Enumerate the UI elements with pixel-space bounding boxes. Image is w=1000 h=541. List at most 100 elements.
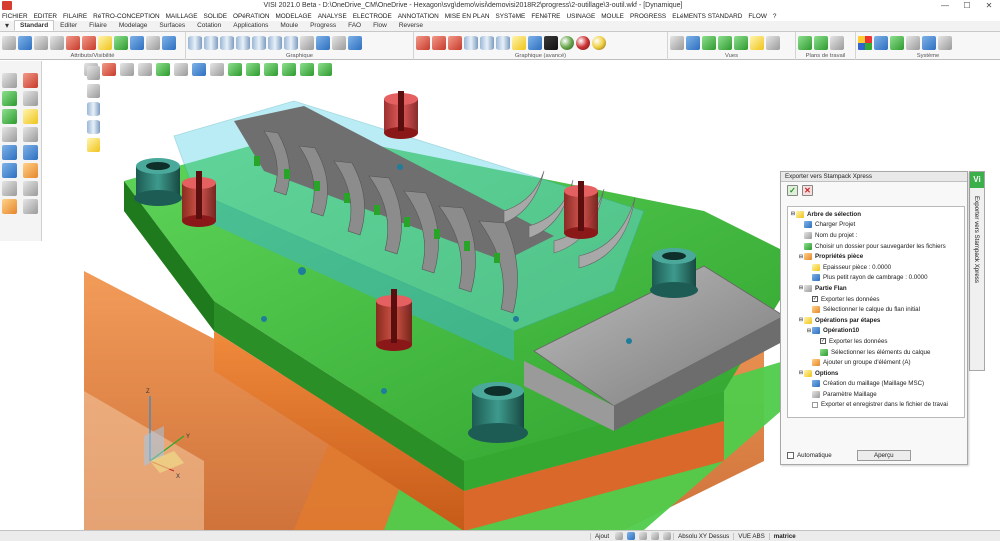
trash-icon[interactable] (2, 181, 17, 196)
zoom-icon[interactable] (316, 35, 330, 50)
rotate-icon[interactable] (348, 35, 362, 50)
show-icon[interactable] (50, 35, 64, 50)
stereo-icon[interactable] (448, 35, 462, 50)
tab-fao[interactable]: FAO (342, 20, 367, 31)
side-tab[interactable]: Vi Exporter vers Stampack Xpress (969, 171, 985, 371)
pan-icon[interactable] (332, 35, 346, 50)
glasses-alt-icon[interactable] (82, 35, 96, 50)
hidden-line-icon[interactable] (220, 35, 234, 50)
green-cube-2-icon[interactable] (264, 63, 278, 76)
tab-reverse[interactable]: Reverse (393, 20, 429, 31)
tree-section[interactable]: ⊟ Opération10 (788, 326, 964, 337)
tree-item[interactable]: Plus petit rayon de cambrage : 0.0000 (788, 273, 964, 284)
palette-icon[interactable] (858, 35, 872, 50)
render-icon[interactable] (252, 35, 266, 50)
view-cylinder-icon[interactable] (87, 102, 100, 116)
copy-icon[interactable] (2, 109, 17, 124)
wireframe-icon[interactable] (204, 35, 218, 50)
view-side-icon[interactable] (718, 35, 732, 50)
transform-icon[interactable] (2, 127, 17, 142)
menu-flow[interactable]: FLOW (748, 13, 766, 20)
menu-fichier[interactable]: FICHIER (2, 13, 28, 20)
transparency-icon[interactable] (268, 35, 282, 50)
explorer-icon[interactable] (922, 35, 936, 50)
properties-icon[interactable] (2, 199, 17, 214)
hamburger-menu-icon[interactable]: ▾ (0, 21, 14, 31)
undo-icon[interactable] (23, 181, 38, 196)
view-options-icon[interactable] (300, 35, 314, 50)
view-flag-icon[interactable] (156, 63, 170, 76)
delete-icon[interactable] (23, 73, 38, 88)
check-icon[interactable] (23, 109, 38, 124)
wire-cube-icon[interactable] (210, 63, 224, 76)
menu-analyse[interactable]: ANALYSE (318, 13, 347, 20)
menu-elements-standard[interactable]: ELéMENTS STANDARD (672, 13, 742, 20)
menu-mise-en-plan[interactable]: MISE EN PLAN (445, 13, 490, 20)
view-person-icon[interactable] (87, 84, 100, 98)
color-icon[interactable] (114, 35, 128, 50)
tree-item[interactable]: Epaisseur pièce : 0.0000 (788, 262, 964, 273)
menu-operation[interactable]: OPéRATION (233, 13, 269, 20)
menu-retro-conception[interactable]: RéTRO-CONCEPTION (93, 13, 159, 20)
red-sphere-icon[interactable] (576, 35, 590, 50)
selection-icon[interactable] (2, 73, 17, 88)
menu-usinage[interactable]: USINAGE (566, 13, 595, 20)
view-back-icon[interactable] (734, 35, 748, 50)
mirror-icon[interactable] (23, 127, 38, 142)
maximize-button[interactable]: ☐ (956, 1, 978, 10)
menu-help[interactable]: ? (773, 13, 777, 20)
menu-maillage[interactable]: MAILLAGE (166, 13, 198, 20)
tree-section[interactable]: ⊟ Propriétés pièce (788, 251, 964, 262)
tab-cotation[interactable]: Cotation (191, 20, 227, 31)
tree-item[interactable]: ✓ Exporter les données (788, 336, 964, 347)
tree-section[interactable]: ⊟ Partie Flan (788, 283, 964, 294)
view-hat-alt-icon[interactable] (138, 63, 152, 76)
tree-item[interactable]: Paramètre Maillage (788, 389, 964, 400)
yellow-sphere-icon[interactable] (592, 35, 606, 50)
tree-item[interactable]: ✓ Exporter les données (788, 294, 964, 305)
layer-manager-icon[interactable] (162, 35, 176, 50)
tree-item[interactable]: Exporter et enregistrer dans le fichier … (788, 400, 964, 411)
tree-section[interactable]: ⊟ Options (788, 368, 964, 379)
tab-standard[interactable]: Standard (14, 20, 55, 31)
edges-icon[interactable] (236, 35, 250, 50)
glasses-render-alt-icon[interactable] (432, 35, 446, 50)
menu-filaire[interactable]: FILAIRE (63, 13, 87, 20)
hide-icon[interactable] (34, 35, 48, 50)
view-cylinder-alt-icon[interactable] (87, 120, 100, 134)
workplane-edit-icon[interactable] (830, 35, 844, 50)
status-grid-icon[interactable] (615, 532, 624, 540)
status-vue[interactable]: VUE ABS (733, 532, 768, 540)
menu-annotation[interactable]: ANNOTATION (398, 13, 439, 20)
section-icon[interactable] (284, 35, 298, 50)
visi-app-icon[interactable] (2, 1, 12, 10)
move-icon[interactable] (2, 91, 17, 106)
view-zoom-icon[interactable] (192, 63, 206, 76)
tree-item[interactable]: Ajouter un groupe d'élément (A) (788, 357, 964, 368)
attribute-icon[interactable] (98, 35, 112, 50)
menu-progress[interactable]: PROGRESS (630, 13, 666, 20)
green-cube-alt-icon[interactable] (246, 63, 260, 76)
visibility-icon[interactable] (130, 35, 144, 50)
tree-section[interactable]: ⊟ Opérations par étapes (788, 315, 964, 326)
measure-icon[interactable] (2, 145, 17, 160)
shaded-icon[interactable] (188, 35, 202, 50)
automatique-checkbox[interactable] (787, 452, 794, 459)
status-lock-icon[interactable] (651, 532, 660, 540)
view-iso-icon[interactable] (702, 35, 716, 50)
tree-item[interactable]: Sélectionner le calque du flan initial (788, 304, 964, 315)
plane-icon[interactable] (23, 145, 38, 160)
tree-item[interactable]: Choisir un dossier pour sauvegarder les … (788, 241, 964, 252)
cancel-button[interactable]: ✕ (802, 185, 813, 196)
tools-icon[interactable] (938, 35, 952, 50)
green-cube-5-icon[interactable] (318, 63, 332, 76)
config-icon[interactable] (906, 35, 920, 50)
filter-icon[interactable] (146, 35, 160, 50)
workplane-alt-icon[interactable] (814, 35, 828, 50)
menu-systeme[interactable]: SYSTèME (495, 13, 525, 20)
green-cube-3-icon[interactable] (282, 63, 296, 76)
workplane-icon[interactable] (798, 35, 812, 50)
tab-modelage[interactable]: Modelage (113, 20, 154, 31)
menu-moule[interactable]: MOULE (601, 13, 624, 20)
tab-filaire[interactable]: Filaire (83, 20, 113, 31)
